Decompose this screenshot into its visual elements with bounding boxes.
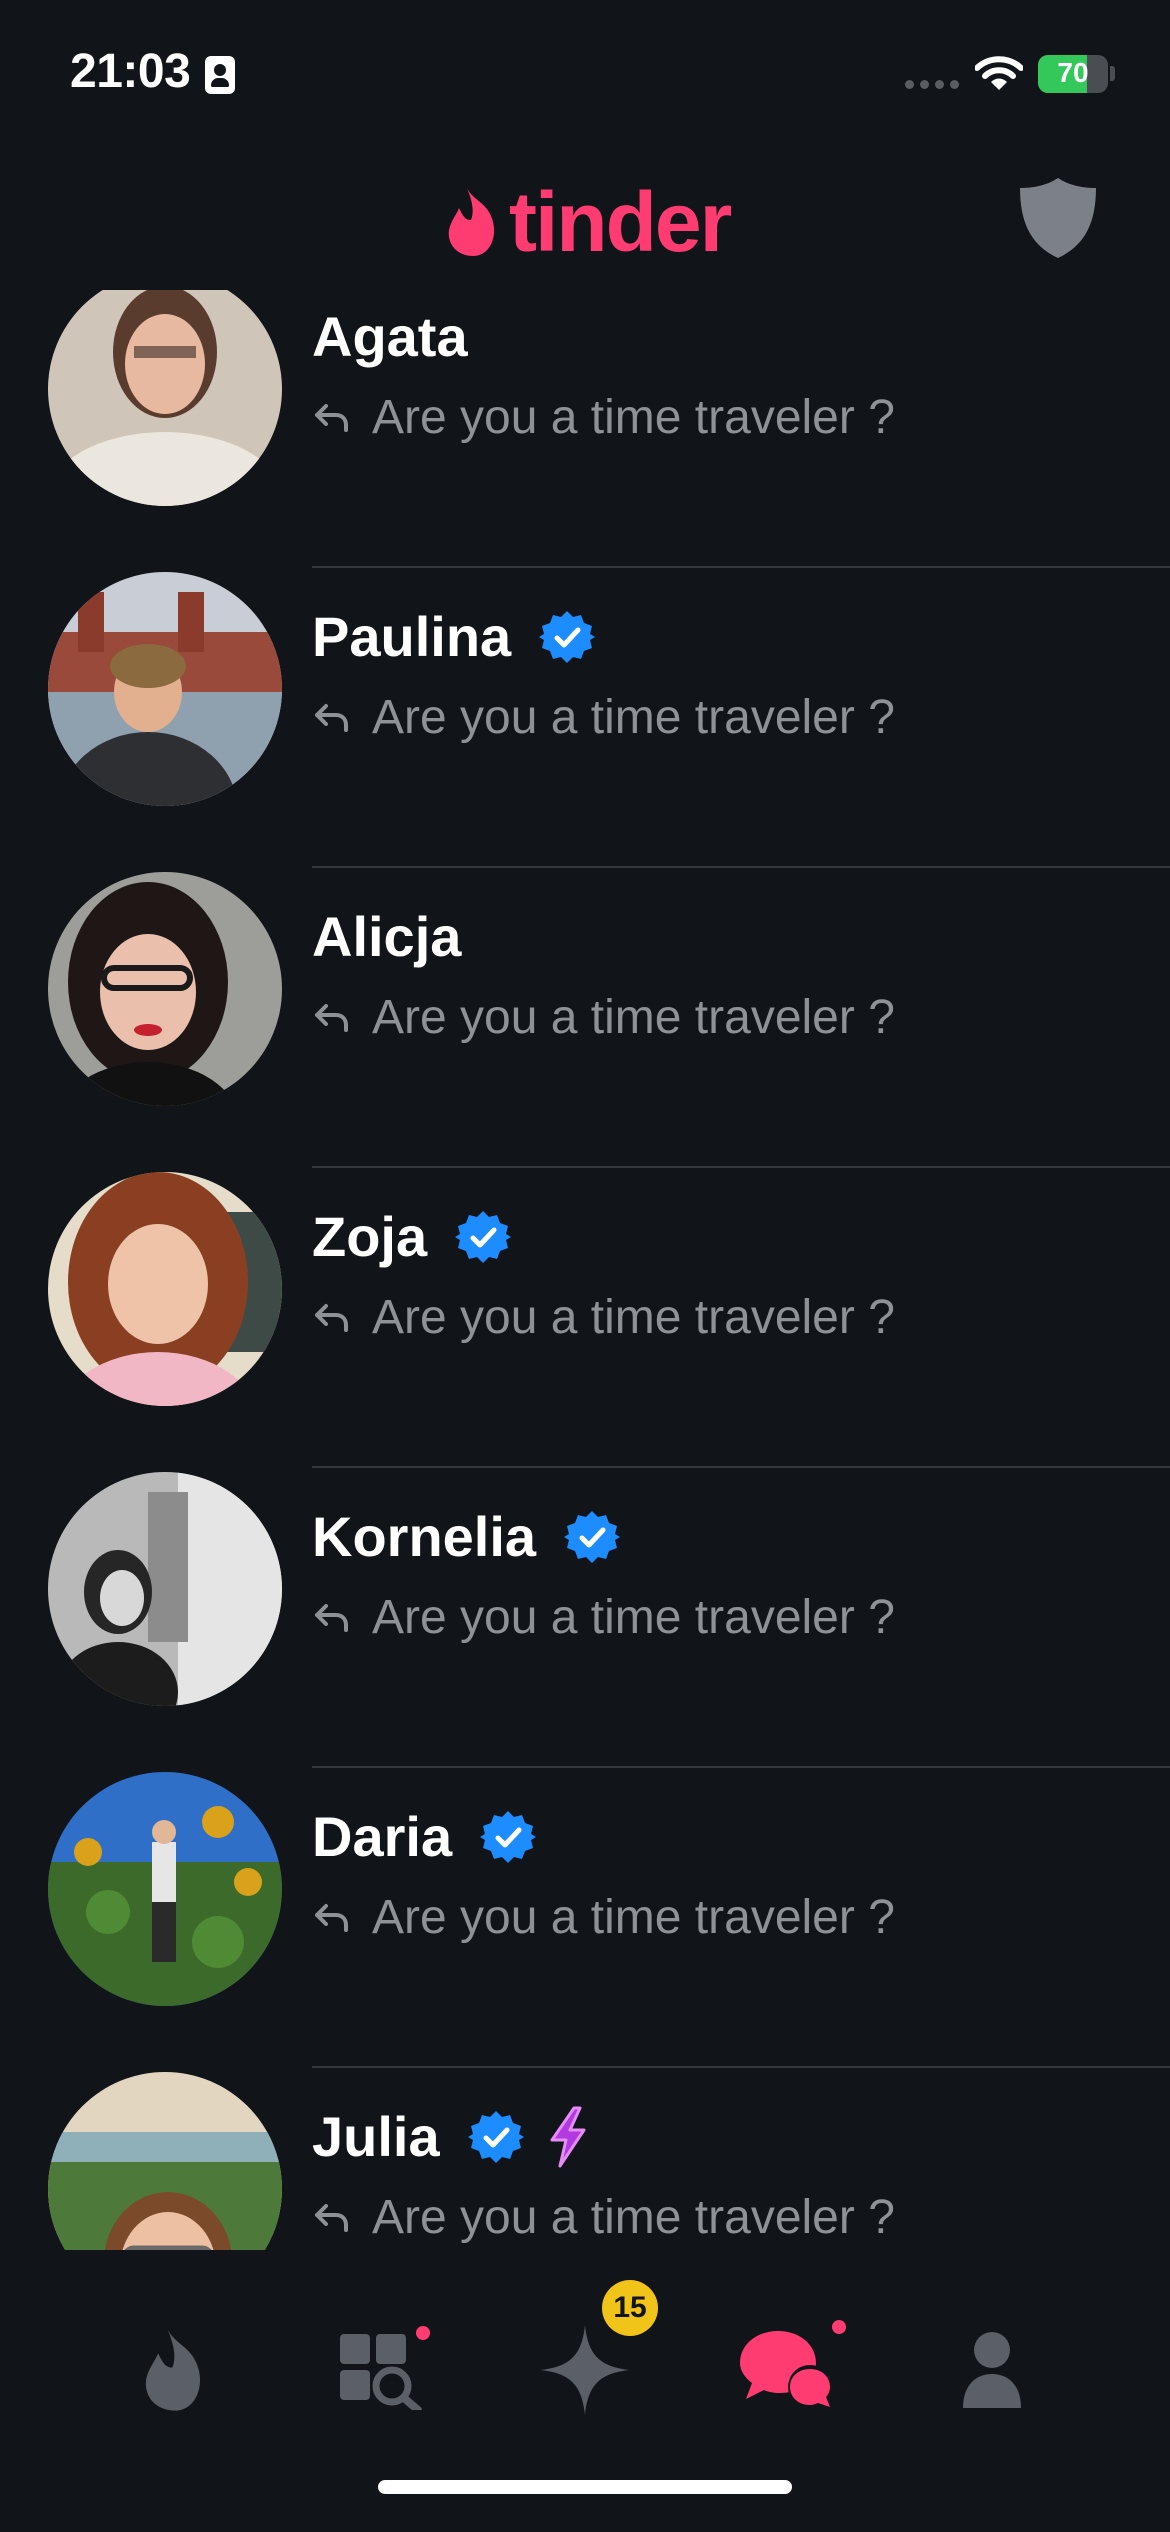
profile-icon — [963, 2332, 1021, 2408]
reply-arrow-icon — [315, 403, 348, 432]
message-row[interactable]: Agata Are you a time traveler ? — [0, 290, 1170, 568]
reply-arrow-icon — [315, 1003, 348, 1032]
sparkle-icon — [540, 2325, 630, 2415]
reply-arrow-icon — [315, 1303, 348, 1332]
tab-explore[interactable] — [320, 2300, 440, 2440]
message-preview: Are you a time traveler ? — [372, 1591, 895, 1644]
battery-icon: 70 — [1038, 55, 1108, 93]
message-row[interactable]: Zoja Are you a time traveler ? — [0, 1100, 1170, 1468]
explore-notification-dot — [416, 2326, 430, 2340]
chat-notification-dot — [832, 2320, 846, 2334]
chat-icon — [740, 2331, 832, 2409]
tab-chat[interactable] — [728, 2300, 848, 2440]
explore-icon — [340, 2334, 422, 2410]
logo-text: tinder — [509, 175, 732, 269]
avatar[interactable] — [48, 1772, 282, 2006]
message-row[interactable]: Julia Are you a time traveler ? — [0, 2000, 1170, 2250]
avatar[interactable] — [48, 1172, 282, 1406]
status-time: 21:03 — [70, 45, 191, 98]
contact-card-icon — [205, 56, 235, 94]
message-preview: Are you a time traveler ? — [372, 2191, 895, 2244]
shield-icon[interactable] — [1018, 176, 1098, 260]
avatar[interactable] — [48, 1472, 282, 1706]
verified-badge-icon — [467, 2110, 524, 2163]
message-list[interactable]: Agata Are you a time traveler ? Paulina … — [0, 290, 1170, 2250]
tinder-logo: tinder — [445, 175, 732, 269]
contact-name: Paulina — [312, 605, 512, 668]
message-preview: Are you a time traveler ? — [372, 391, 895, 444]
app-header: tinder — [0, 140, 1170, 290]
message-preview: Are you a time traveler ? — [372, 1291, 895, 1344]
home-indicator[interactable] — [378, 2480, 792, 2494]
contact-name: Julia — [312, 2105, 440, 2168]
verified-badge-icon — [480, 1810, 537, 1863]
reply-arrow-icon — [315, 2203, 348, 2232]
message-preview: Are you a time traveler ? — [372, 691, 895, 744]
likes-count-badge: 15 — [602, 2280, 658, 2336]
avatar[interactable] — [48, 872, 282, 1106]
reply-arrow-icon — [315, 1603, 348, 1632]
contact-name: Zoja — [312, 1205, 428, 1268]
flame-logo-icon — [448, 188, 495, 256]
message-preview: Are you a time traveler ? — [372, 1891, 895, 1944]
contact-name: Daria — [312, 1805, 453, 1868]
status-bar: 21:03 70 — [0, 0, 1170, 140]
verified-badge-icon — [564, 1510, 621, 1563]
reply-arrow-icon — [315, 1903, 348, 1932]
verified-badge-icon — [539, 610, 596, 663]
message-row[interactable]: Paulina Are you a time traveler ? — [0, 500, 1170, 868]
contact-name: Agata — [312, 305, 468, 368]
message-row[interactable]: Alicja Are you a time traveler ? — [0, 800, 1170, 1168]
contact-name: Kornelia — [312, 1505, 537, 1568]
cellular-signal-icon — [905, 80, 959, 89]
tab-home[interactable] — [116, 2300, 236, 2440]
boost-lightning-icon — [550, 2106, 586, 2167]
wifi-icon — [975, 56, 1023, 90]
verified-badge-icon — [455, 1210, 512, 1263]
flame-icon — [145, 2329, 201, 2411]
reply-arrow-icon — [315, 703, 348, 732]
tab-profile[interactable] — [932, 2300, 1052, 2440]
avatar[interactable] — [48, 572, 282, 806]
message-row[interactable]: Daria Are you a time traveler ? — [0, 1700, 1170, 2068]
message-row[interactable]: Kornelia Are you a time traveler ? — [0, 1400, 1170, 1768]
battery-text: 70 — [1057, 57, 1089, 88]
avatar[interactable] — [48, 290, 282, 506]
avatar[interactable] — [48, 2072, 282, 2250]
battery-cap — [1110, 66, 1115, 81]
message-preview: Are you a time traveler ? — [372, 991, 895, 1044]
contact-name: Alicja — [312, 905, 462, 968]
